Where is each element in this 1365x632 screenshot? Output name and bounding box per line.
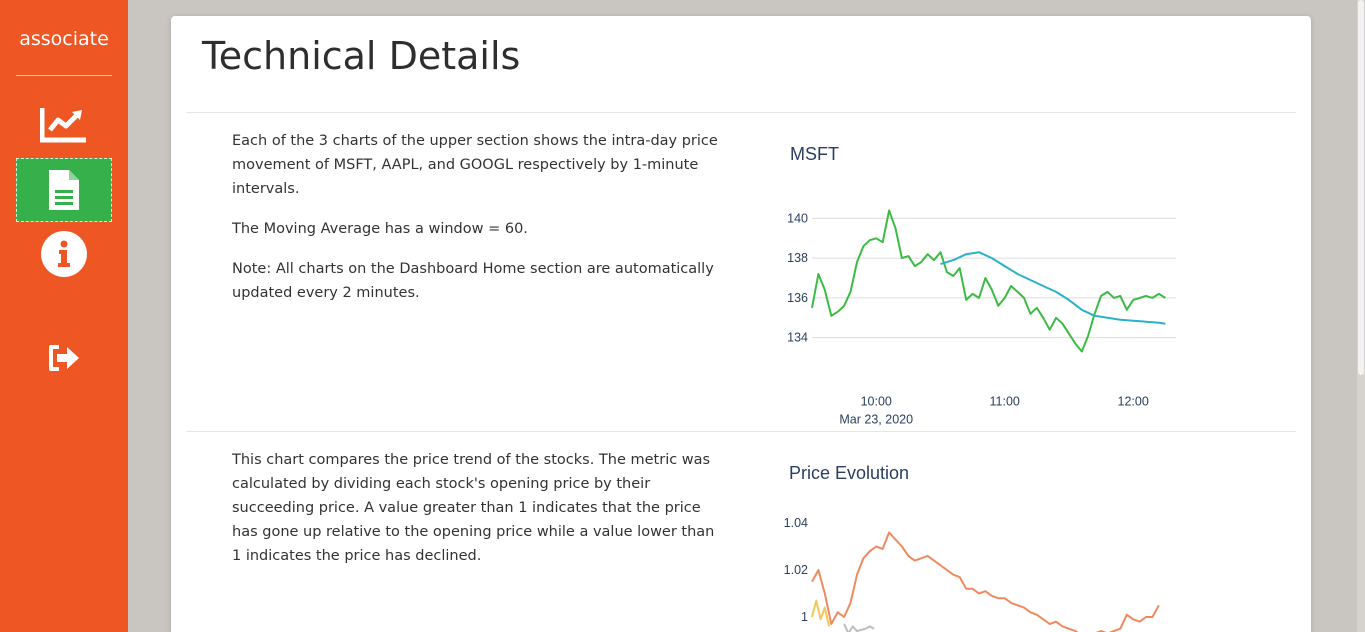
chart-title: MSFT <box>790 144 839 164</box>
series-line-2 <box>940 251 1166 325</box>
y-tick-label: 138 <box>787 251 808 265</box>
msft-chart[interactable]: MSFT 134 136 138 140 10:00 11:00 12:00 Mar 23, … <box>771 136 1191 427</box>
section-2-description: This chart compares the price trend of t… <box>232 448 722 584</box>
chart-line-icon <box>40 108 86 143</box>
series-line-1 <box>811 531 1160 632</box>
y-tick-label: 140 <box>787 211 808 225</box>
y-tick-label: 136 <box>787 291 808 305</box>
sign-out-icon <box>49 345 79 371</box>
nav-about[interactable] <box>16 222 112 286</box>
y-tick-label: 1.04 <box>784 516 808 530</box>
sidebar: associate <box>0 0 128 632</box>
y-tick-label: 1.02 <box>784 563 808 577</box>
document-icon <box>49 170 79 210</box>
paragraph: The Moving Average has a window = 60. <box>232 221 528 237</box>
x-tick-label: 11:00 <box>990 395 1020 409</box>
paragraph: Note: All charts on the Dashboard Home s… <box>232 261 714 301</box>
page-title: Technical Details <box>202 34 521 78</box>
section-divider <box>186 112 1296 113</box>
series-line-1 <box>811 209 1166 353</box>
brand-divider <box>16 75 112 76</box>
main-panel: Technical Details Each of the 3 charts o… <box>171 16 1311 632</box>
section-divider <box>186 431 1296 432</box>
x-date-label: Mar 23, 2020 <box>839 413 913 427</box>
nav-technical-details[interactable] <box>16 158 112 222</box>
nav-logout[interactable] <box>16 326 112 390</box>
brand-name[interactable]: associate <box>16 28 112 50</box>
x-tick-label: 10:00 <box>861 395 892 409</box>
scrollbar-thumb[interactable] <box>1358 0 1364 375</box>
y-tick-label: 134 <box>787 331 808 345</box>
y-tick-label: 1 <box>801 610 808 624</box>
chart-title: Price Evolution <box>789 463 909 483</box>
paragraph: This chart compares the price trend of t… <box>232 452 715 564</box>
nav-dashboard[interactable] <box>16 92 112 156</box>
scrollbar[interactable] <box>1357 0 1365 632</box>
info-circle-icon <box>41 231 87 277</box>
price-evolution-chart[interactable]: Price Evolution 1 1.02 1.04 <box>771 456 1191 632</box>
series-line-3 <box>843 623 875 632</box>
x-tick-label: 12:00 <box>1118 395 1149 409</box>
paragraph: Each of the 3 charts of the upper sectio… <box>232 133 718 197</box>
section-1-description: Each of the 3 charts of the upper sectio… <box>232 129 722 321</box>
